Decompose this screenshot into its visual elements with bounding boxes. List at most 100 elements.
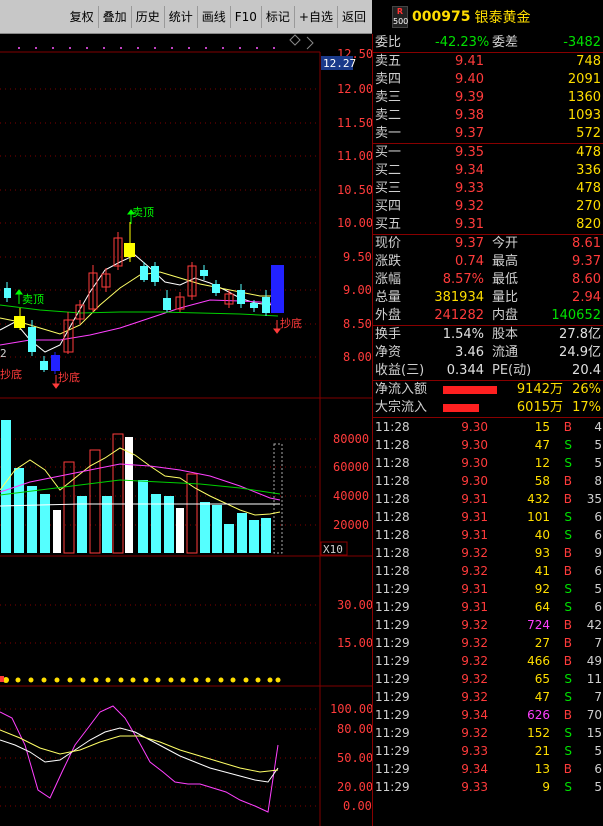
overlay-button[interactable]: 叠加	[97, 5, 131, 28]
tick-side: S	[564, 726, 572, 740]
tick-volume: 21	[534, 744, 550, 758]
tick-time: 11:29	[375, 636, 410, 650]
price-tick: 8.50	[343, 317, 372, 331]
margin-badge: R 500	[392, 6, 409, 28]
price-tick: 11.00	[337, 149, 372, 163]
tick-row: 11:29 9.34 13 B 6	[373, 760, 603, 778]
tick-volume: 626	[527, 708, 550, 722]
tick-price: 9.32	[461, 672, 488, 686]
chart-svg[interactable]: 12.50 12.00 11.50 11.00 10.50 10.00 9.50…	[0, 34, 373, 826]
sell-orders: 卖五 9.41 748 卖四 9.40 2091 卖三 9.39 1360 卖二 9.38 10…	[373, 53, 603, 143]
tick-volume: 101	[527, 510, 550, 524]
tick-side: B	[563, 492, 572, 506]
buy-row[interactable]: 买三 9.33 478	[373, 180, 603, 198]
tick-price: 9.34	[461, 708, 488, 722]
f10-button[interactable]: F10	[229, 5, 261, 28]
quote-panel: 委比 -42.23% 委差 -3482 卖五 9.41 748 卖四 9.40 2091…	[372, 34, 603, 826]
sell-row[interactable]: 卖三 9.39 1360	[373, 89, 603, 107]
left-edge-label: 2	[0, 347, 7, 360]
tick-count: 8	[594, 474, 602, 488]
tick-volume: 15	[534, 420, 550, 434]
tick-side: S	[564, 510, 572, 524]
sell-row[interactable]: 卖五 9.41 748	[373, 53, 603, 71]
draw-line-button[interactable]: 画线	[196, 5, 230, 28]
tick-side: B	[563, 654, 572, 668]
tick-price: 9.31	[461, 528, 488, 542]
price-tick: 9.00	[343, 283, 372, 297]
trading-app: { "toolbar": { "buttons": ["复权","叠加","历史…	[0, 0, 603, 826]
tick-time: 11:28	[375, 474, 410, 488]
tick-price: 9.31	[461, 582, 488, 596]
statistics-button[interactable]: 统计	[163, 5, 197, 28]
indicator2-tick: 80.00	[337, 722, 372, 736]
tick-row: 11:29 9.32 47 S 7	[373, 688, 603, 706]
ma60-line	[0, 304, 279, 317]
buy-row[interactable]: 买五 9.31 820	[373, 216, 603, 234]
buy-row[interactable]: 买一 9.35 478	[373, 144, 603, 162]
tick-count: 70	[586, 708, 602, 722]
tick-time: 11:29	[375, 690, 410, 704]
tick-price: 9.30	[461, 474, 488, 488]
tick-count: 6	[594, 510, 602, 524]
tick-time: 11:29	[375, 582, 410, 596]
tick-row: 11:28 9.31 432 B 35	[373, 490, 603, 508]
tick-side: B	[563, 546, 572, 560]
tick-side: S	[564, 780, 572, 794]
buy-row[interactable]: 买二 9.34 336	[373, 162, 603, 180]
tick-volume: 92	[534, 582, 550, 596]
indicator1-dots	[3, 677, 281, 683]
tick-time: 11:29	[375, 762, 410, 776]
tick-price: 9.31	[461, 510, 488, 524]
tick-side: B	[563, 618, 572, 632]
chart-toolbar: 复权 叠加 历史 统计 画线 F10 标记 +自选 返回	[0, 0, 372, 34]
tick-count: 35	[586, 492, 602, 506]
tick-count: 11	[586, 672, 602, 686]
buy-row[interactable]: 买四 9.32 270	[373, 198, 603, 216]
chevron-right-icon[interactable]	[306, 36, 314, 50]
chart-area[interactable]: 12.50 12.00 11.50 11.00 10.50 10.00 9.50…	[0, 34, 373, 826]
tick-price: 9.32	[461, 654, 488, 668]
tick-price: 9.33	[461, 744, 488, 758]
restore-rights-button[interactable]: 复权	[66, 6, 98, 28]
tick-list[interactable]: 11:28 9.30 15 B 4 11:28 9.30 47 S 5 11:28 9.30 12 S 5 1…	[373, 418, 603, 796]
tick-count: 9	[594, 546, 602, 560]
buy-bottom-label: 抄底	[58, 370, 80, 384]
tick-count: 5	[594, 582, 602, 596]
price-tick: 12.00	[337, 82, 372, 96]
sell-row[interactable]: 卖二 9.38 1093	[373, 107, 603, 125]
tick-count: 15	[586, 726, 602, 740]
fundamentals: 换手 1.54% 股本 27.8亿 净资 3.46 流通 24.9亿 收益(三) 0.344 P…	[373, 326, 603, 380]
tick-count: 6	[594, 600, 602, 614]
history-button[interactable]: 历史	[130, 5, 164, 28]
tick-row: 11:29 9.31 64 S 6	[373, 598, 603, 616]
tick-row: 11:29 9.32 466 B 49	[373, 652, 603, 670]
tick-volume: 47	[534, 690, 550, 704]
tick-price: 9.30	[461, 438, 488, 452]
sell-row[interactable]: 卖一 9.37 572	[373, 125, 603, 143]
flow-bar	[443, 386, 497, 394]
add-watchlist-button[interactable]: +自选	[293, 5, 337, 28]
tick-count: 6	[594, 564, 602, 578]
mark-button[interactable]: 标记	[260, 5, 294, 28]
volume-bars	[1, 420, 283, 554]
price-axis: 12.50 12.00 11.50 11.00 10.50 10.00 9.50…	[337, 47, 373, 364]
back-button[interactable]: 返回	[336, 5, 370, 28]
tick-price: 9.32	[461, 636, 488, 650]
volume-unit: X10	[323, 543, 343, 556]
kdj-d-line	[0, 729, 279, 773]
tick-price: 9.31	[461, 492, 488, 506]
fund-flow: 净流入额 9142万 26% 大宗流入 6015万 17%	[373, 381, 603, 417]
volume-tick: 40000	[333, 489, 369, 503]
fund-row: 净资 3.46 流通 24.9亿	[375, 345, 601, 360]
volume-tick: 20000	[333, 518, 369, 532]
tick-row: 11:29 9.31 92 S 5	[373, 580, 603, 598]
indicator2-tick: 0.00	[343, 799, 372, 813]
tick-row: 11:28 9.32 41 B 6	[373, 562, 603, 580]
price-tick: 8.00	[343, 350, 372, 364]
tick-price: 9.34	[461, 762, 488, 776]
diamond-icon[interactable]	[289, 34, 301, 46]
weibi-row: 委比 -42.23% 委差 -3482	[375, 35, 601, 50]
sell-row[interactable]: 卖四 9.40 2091	[373, 71, 603, 89]
price-stats: 现价 9.37 今开 8.61 涨跌 0.74 最高 9.37 涨幅 8.57% 最低 8.60 …	[373, 235, 603, 325]
signal-annotations: 卖顶 卖顶 抄底 抄底 抄底 2	[0, 206, 302, 389]
